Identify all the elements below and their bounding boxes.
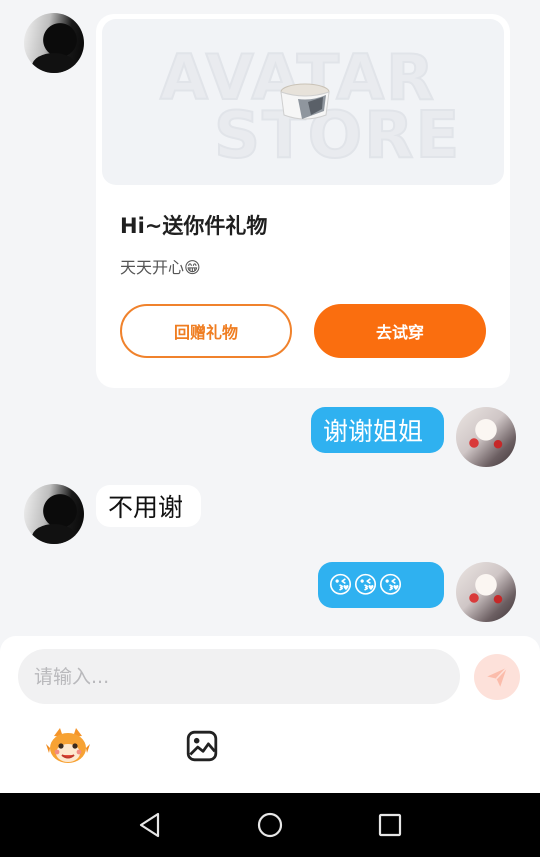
gift-card[interactable]: AVATAR STORE Hi~送你件礼物 天天开心😁 回赠礼物 去试穿 xyxy=(96,14,510,388)
back-triangle-icon xyxy=(139,812,160,838)
gift-card-banner: AVATAR STORE xyxy=(102,19,504,185)
my-avatar[interactable] xyxy=(456,407,516,467)
message-text: 不用谢 xyxy=(108,493,184,522)
mascot-sticker-icon xyxy=(46,728,90,763)
chat-message-list[interactable]: AVATAR STORE Hi~送你件礼物 天天开心😁 回赠礼物 去试穿 谢谢姐… xyxy=(0,0,540,636)
nav-back-button[interactable] xyxy=(132,807,168,843)
mascot-sticker-button[interactable] xyxy=(46,724,90,768)
message-input[interactable] xyxy=(18,649,460,704)
gift-card-title: Hi~送你件礼物 xyxy=(120,214,268,238)
image-picker-button[interactable] xyxy=(180,724,224,768)
my-avatar[interactable] xyxy=(456,562,516,622)
nav-home-button[interactable] xyxy=(252,807,288,843)
banner-text-store: STORE xyxy=(213,98,462,174)
other-user-avatar[interactable] xyxy=(24,13,84,73)
home-circle-icon xyxy=(257,812,283,838)
recents-square-icon xyxy=(378,813,402,837)
try-on-button[interactable]: 去试穿 xyxy=(314,304,486,358)
other-user-avatar[interactable] xyxy=(24,484,84,544)
image-icon xyxy=(186,730,218,762)
gift-card-subtitle: 天天开心😁 xyxy=(120,258,201,277)
input-panel xyxy=(0,636,540,793)
nav-recents-button[interactable] xyxy=(372,807,408,843)
message-text: 谢谢姐姐 xyxy=(323,417,424,446)
message-bubble-me[interactable]: 谢谢姐姐 xyxy=(311,407,444,453)
message-bubble-me[interactable]: 😘😘😘 xyxy=(318,562,444,608)
send-icon xyxy=(487,667,508,687)
system-navigation-bar xyxy=(0,793,540,857)
return-gift-button[interactable]: 回赠礼物 xyxy=(120,304,292,358)
gift-item-image xyxy=(280,83,330,120)
send-button[interactable] xyxy=(474,654,520,700)
message-text: 😘😘😘 xyxy=(328,571,404,599)
message-bubble-other[interactable]: 不用谢 xyxy=(96,485,201,527)
